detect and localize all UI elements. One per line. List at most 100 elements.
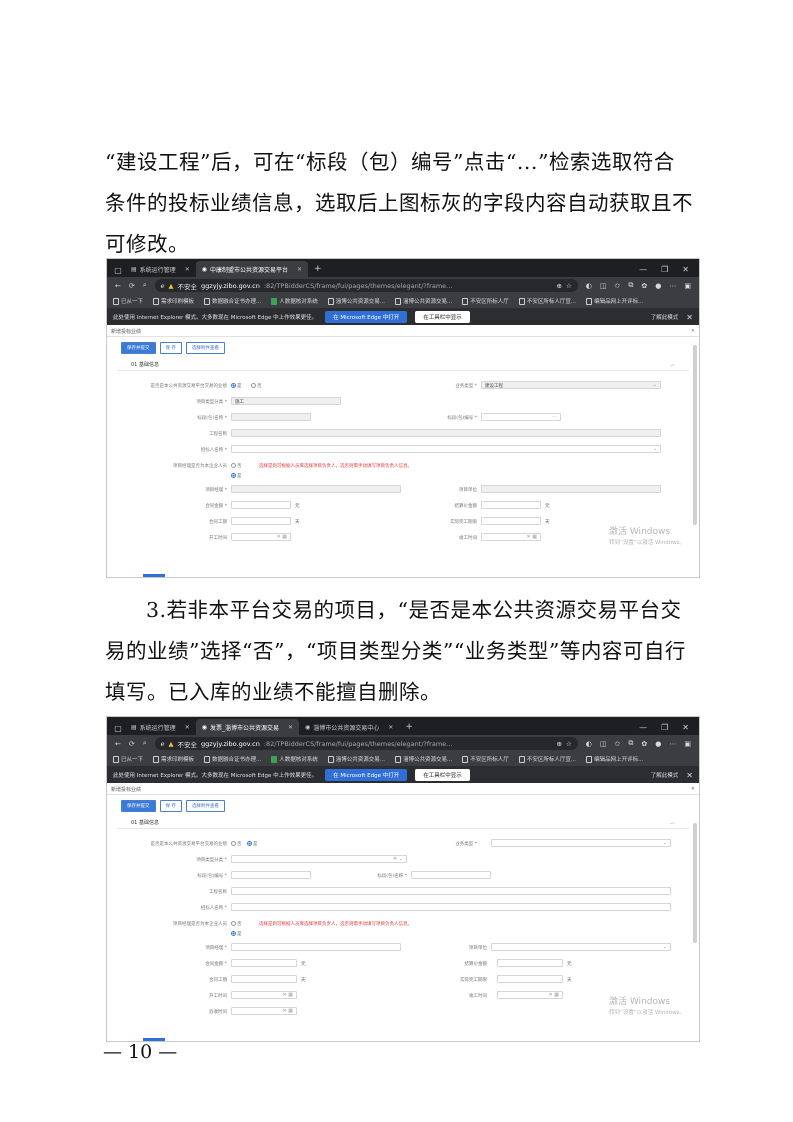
close-icon[interactable]: ✕ <box>185 266 190 273</box>
learn-more-link[interactable]: 了解此模式 <box>651 771 679 779</box>
collections-icon[interactable]: ⧉ <box>628 739 633 748</box>
collections-icon[interactable]: ⧉ <box>628 281 633 290</box>
manager-input[interactable] <box>231 943 401 951</box>
refresh-icon[interactable]: ⟳ <box>129 740 135 748</box>
radio-yes[interactable]: 是 <box>231 473 242 479</box>
scrollbar[interactable] <box>693 823 697 943</box>
tenderee-select[interactable]: ⌄ <box>231 445 661 453</box>
bookmark-item[interactable]: 已从一下 <box>113 755 143 763</box>
favorite-star-icon[interactable]: ☆ <box>566 282 572 290</box>
bookmark-item[interactable]: 人数据核对系统 <box>271 297 318 305</box>
scrollbar[interactable] <box>693 345 697 525</box>
zoom-icon[interactable]: ⊕ <box>557 282 562 290</box>
refresh-icon[interactable]: ⟳ <box>129 282 135 290</box>
bookmark-item[interactable]: 需求印刷模板 <box>153 755 194 763</box>
close-icon[interactable]: ✕ <box>297 266 302 273</box>
extensions-icon[interactable]: ✿ <box>641 740 647 748</box>
start-date-input[interactable]: ✕ ▦ <box>231 991 297 999</box>
project-type-select[interactable]: 施工 <box>231 397 341 405</box>
copilot-icon[interactable]: ◐ <box>586 282 592 290</box>
browser-tab[interactable]: ▤ 系统运行管理 ✕ <box>125 719 196 735</box>
address-input[interactable]: ℯ ▲ 不安全 ggzyjy.zibo.gov.cn:82/TPBidderCS… <box>154 279 578 292</box>
manager-field[interactable] <box>231 485 401 493</box>
zoom-icon[interactable]: ⊕ <box>557 740 562 748</box>
bookmark-item[interactable]: 数据融合证书办理... <box>204 755 261 763</box>
split-icon[interactable]: ◫ <box>600 282 607 290</box>
contract-amount-input[interactable] <box>231 959 297 967</box>
radio-yes[interactable]: 是 <box>231 931 242 937</box>
tenderee-input[interactable] <box>231 903 671 911</box>
close-icon[interactable]: ✕ <box>288 724 293 731</box>
attachment-button[interactable]: 选择附件查看 <box>185 800 225 812</box>
close-icon[interactable]: ✕ <box>686 771 693 780</box>
back-icon[interactable]: ← <box>115 740 121 748</box>
section-name-input[interactable] <box>411 871 491 879</box>
minimize-icon[interactable]: — <box>639 265 647 274</box>
more-icon[interactable]: ⋯ <box>669 282 676 290</box>
search-icon[interactable]: ⌕ <box>143 739 147 748</box>
close-icon[interactable]: ✕ <box>686 313 693 322</box>
radio-no[interactable]: 否 <box>251 383 262 389</box>
restore-icon[interactable]: ❐ <box>661 265 668 274</box>
open-in-edge-button[interactable]: 在 Microsoft Edge 中打开 <box>325 311 408 323</box>
avatar[interactable]: ● <box>655 282 661 290</box>
favorites-icon[interactable]: ✩ <box>615 740 621 748</box>
section-header[interactable]: 01 基础信息 ︿ <box>117 817 689 829</box>
radio-yes[interactable]: 是 <box>247 841 258 847</box>
bookmark-item[interactable]: 编辑品网上开评标... <box>586 297 643 305</box>
bookmark-item[interactable]: 数据融合证书办理... <box>204 297 261 305</box>
bookmark-item[interactable]: 淄博公共资源交易... <box>395 755 452 763</box>
save-submit-button[interactable]: 保存并提交 <box>121 800 156 812</box>
address-input[interactable]: ℯ ▲ 不安全 ggzyjy.zibo.gov.cn:82/TPBidderCS… <box>154 737 578 750</box>
bookmark-item[interactable]: 不安区所标人厅宣... <box>518 297 576 305</box>
search-icon[interactable]: ⌕ <box>143 281 147 290</box>
actual-duration-input[interactable] <box>497 975 563 983</box>
section-no-input[interactable]: ⋯ <box>481 413 561 421</box>
bookmark-item[interactable]: 需求印刷模板 <box>153 297 194 305</box>
bookmark-item[interactable]: 淄博公共资源交易... <box>327 755 385 763</box>
radio-no[interactable]: 否 <box>231 463 242 469</box>
bookmark-item[interactable]: 不安区所标人厅 <box>462 755 509 763</box>
split-icon[interactable]: ◫ <box>600 740 607 748</box>
browser-tab-active[interactable]: ◉ 中康制盟市公共资源交易平台 ✕ <box>195 261 309 277</box>
show-in-toolbar-button[interactable]: 在工具栏中显示 <box>415 769 470 781</box>
business-type-select[interactable]: 建设工程 ⌄ <box>481 381 661 389</box>
more-icon[interactable]: ⋯ <box>669 740 676 748</box>
save-button[interactable]: 保 存 <box>159 800 182 812</box>
contract-amount-input[interactable] <box>231 501 291 509</box>
back-icon[interactable]: ← <box>115 282 121 290</box>
bookmark-item[interactable]: 已从一下 <box>113 297 143 305</box>
bookmark-item[interactable]: 编辑品网上开评标... <box>586 755 643 763</box>
settle-amount-input[interactable] <box>481 501 541 509</box>
duration-input[interactable] <box>231 975 297 983</box>
browser-tab[interactable]: ▤ 系统运行管理 ✕ <box>125 261 196 277</box>
bookmark-item[interactable]: 人数据核对系统 <box>271 755 318 763</box>
finish-date-input[interactable]: ✕ ▦ <box>481 533 541 541</box>
window-menu-icon[interactable]: ▢ <box>111 263 125 277</box>
start-date-input[interactable]: ✕ ▦ <box>231 533 291 541</box>
learn-more-link[interactable]: 了解此模式 <box>651 313 679 321</box>
project-name-input[interactable] <box>231 887 671 895</box>
bookmark-item[interactable]: 淄博公共资源交易... <box>395 297 452 305</box>
close-icon[interactable]: ✕ <box>691 786 695 792</box>
chevron-up-icon[interactable]: ︿ <box>670 361 675 368</box>
window-menu-icon[interactable]: ▢ <box>111 721 125 735</box>
finish-date-input[interactable]: ✕ ▦ <box>497 991 563 999</box>
sidebar-icon[interactable]: ▣ <box>684 282 691 290</box>
close-window-icon[interactable]: ✕ <box>682 723 689 732</box>
sidebar-icon[interactable]: ▣ <box>684 740 691 748</box>
save-button[interactable]: 保 存 <box>159 342 182 354</box>
save-submit-button[interactable]: 保存并提交 <box>121 342 156 354</box>
chevron-up-icon[interactable]: ︿ <box>670 819 675 826</box>
extensions-icon[interactable]: ✿ <box>641 282 647 290</box>
actual-duration-input[interactable] <box>481 517 541 525</box>
acceptance-date-input[interactable]: ✕ ▦ <box>231 1007 297 1015</box>
attachment-button[interactable]: 选择附件查看 <box>185 342 225 354</box>
close-icon[interactable]: ✕ <box>388 724 393 731</box>
radio-yes[interactable]: 是 <box>231 383 242 389</box>
new-tab-icon[interactable]: + <box>399 719 419 735</box>
browser-tab[interactable]: ◉ 淄博市公共资源交易中心 ✕ <box>299 719 399 735</box>
settle-amount-input[interactable] <box>497 959 563 967</box>
radio-no[interactable]: 否 <box>231 841 242 847</box>
business-type-select[interactable]: ⌄ <box>491 839 671 847</box>
